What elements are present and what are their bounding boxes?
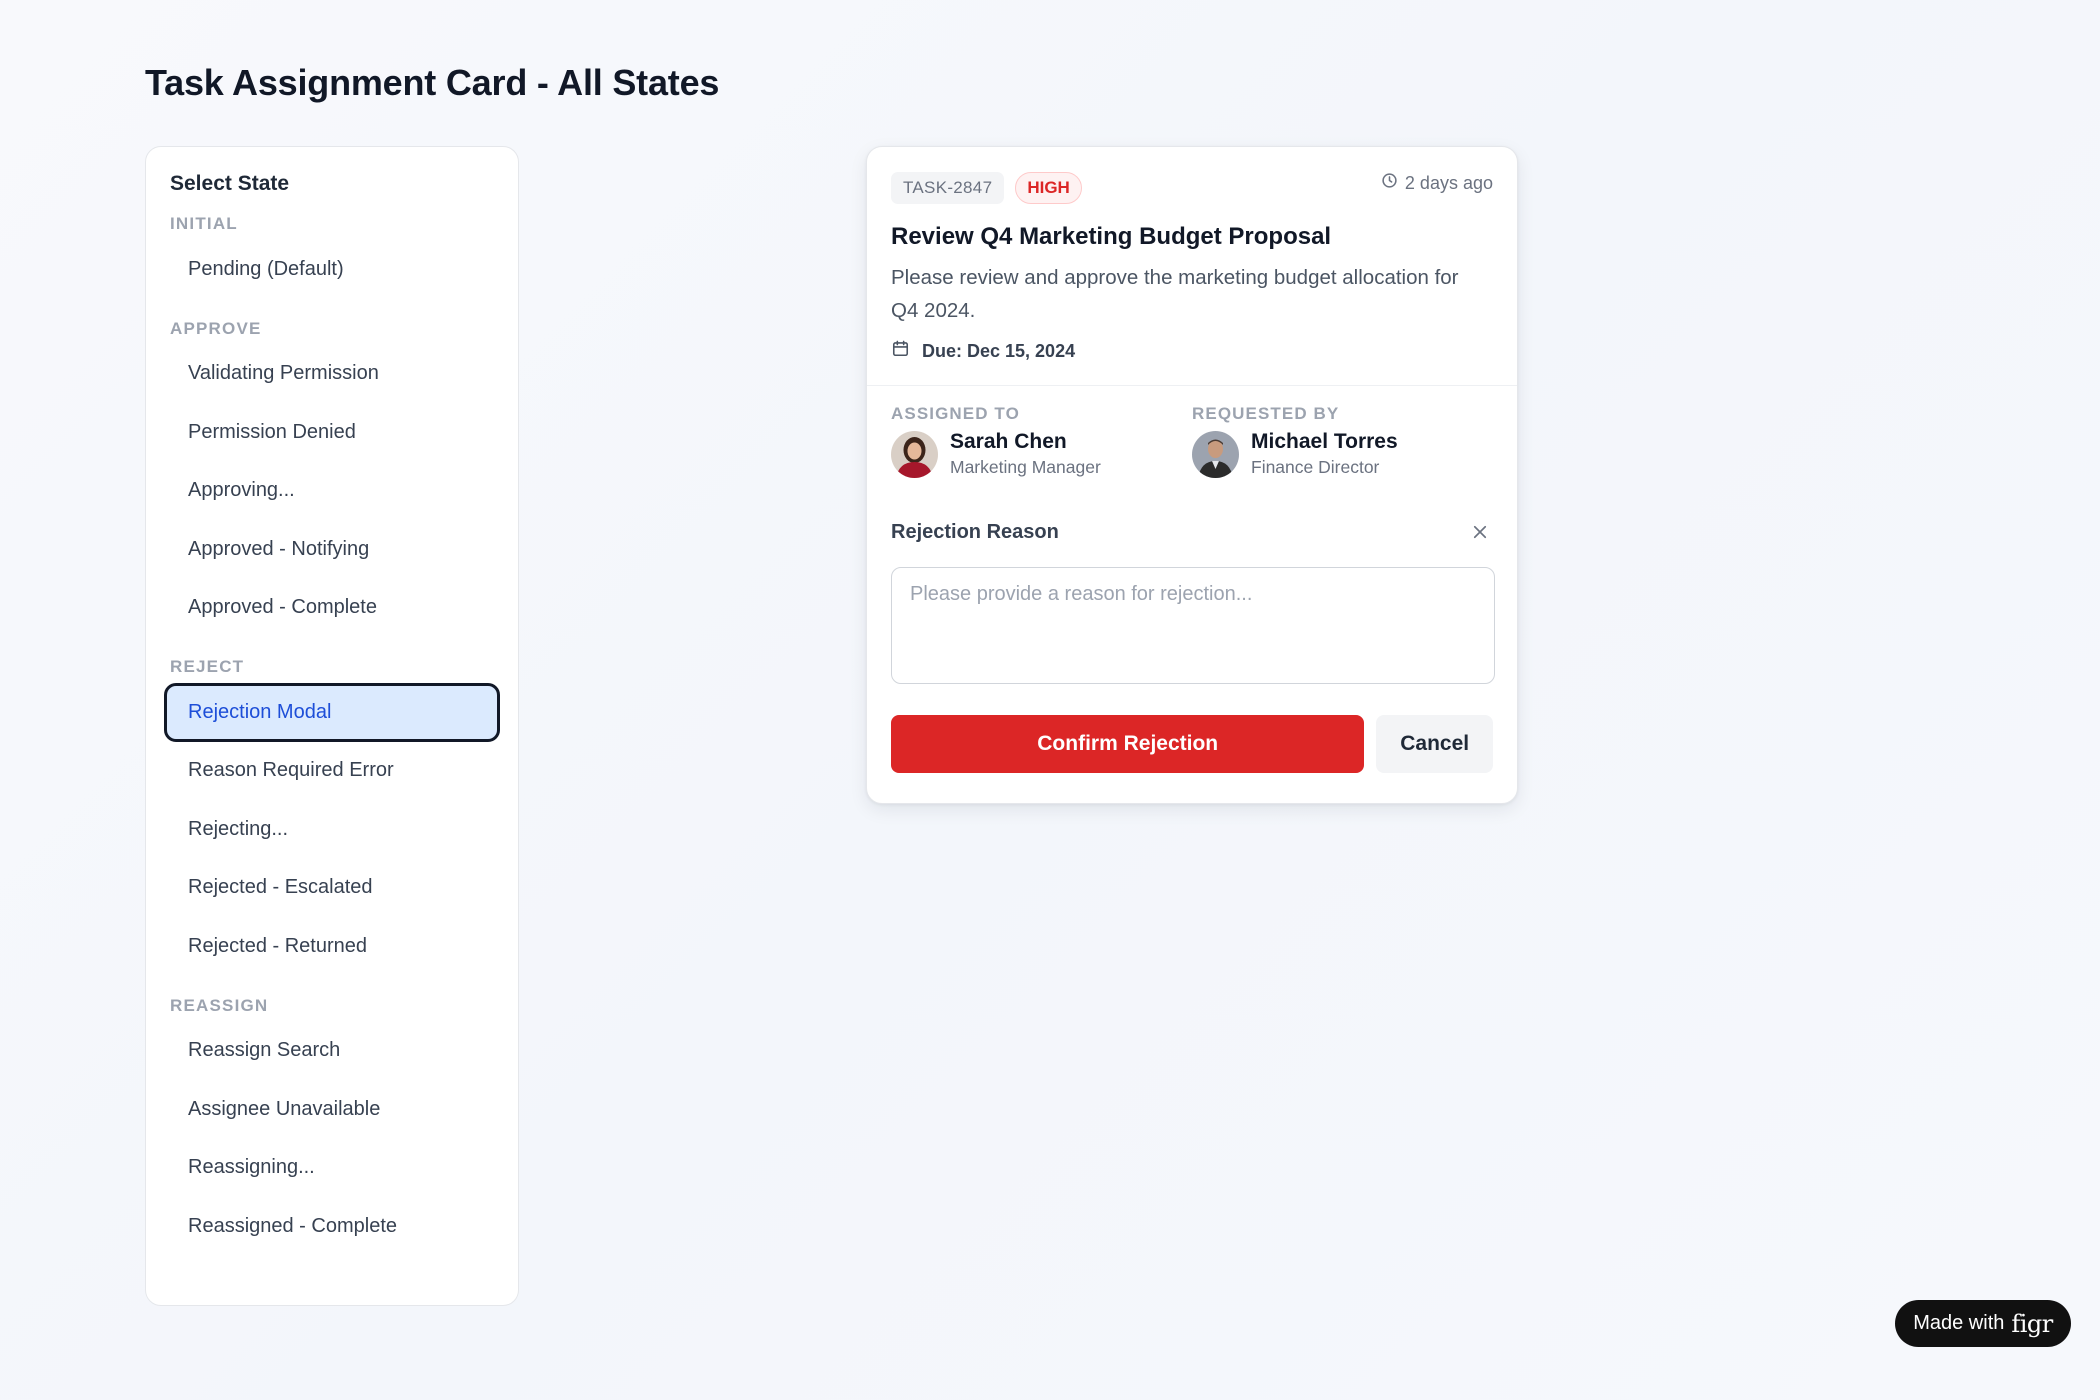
calendar-icon [891, 339, 910, 363]
state-item-rejected-returned[interactable]: Rejected - Returned [164, 917, 500, 976]
state-item-approved-notifying[interactable]: Approved - Notifying [164, 520, 500, 579]
rejection-reason-input[interactable] [891, 567, 1495, 684]
task-card: TASK-2847 HIGH 2 days ago Review Q4 Mark… [866, 146, 1518, 804]
state-item-reassigned-complete[interactable]: Reassigned - Complete [164, 1197, 500, 1256]
cancel-button[interactable]: Cancel [1376, 715, 1493, 773]
state-item-rejecting[interactable]: Rejecting... [164, 800, 500, 859]
clock-icon [1381, 172, 1398, 194]
requester-name: Michael Torres [1251, 430, 1398, 453]
time-ago: 2 days ago [1381, 172, 1493, 194]
task-card-header: TASK-2847 HIGH 2 days ago Review Q4 Mark… [867, 147, 1517, 386]
priority-badge: HIGH [1015, 172, 1082, 204]
assigned-to: ASSIGNED TO Sarah Chen Marketing Manager [891, 404, 1192, 516]
requested-by: REQUESTED BY Michael Torres Finance Dire… [1192, 404, 1493, 516]
state-selector-sidebar: Select State INITIAL Pending (Default) A… [145, 146, 519, 1306]
confirm-rejection-button[interactable]: Confirm Rejection [891, 715, 1365, 773]
state-item-approved-complete[interactable]: Approved - Complete [164, 579, 500, 638]
people-section: ASSIGNED TO Sarah Chen Marketing Manager [867, 386, 1517, 516]
figr-logo: figr [2011, 1309, 2053, 1338]
page-title: Task Assignment Card - All States [145, 62, 720, 103]
state-item-validating-permission[interactable]: Validating Permission [164, 345, 500, 404]
requester-role: Finance Director [1251, 457, 1380, 477]
group-label-reject: REJECT [170, 657, 245, 676]
group-label-initial: INITIAL [170, 214, 238, 233]
due-date-text: Due: Dec 15, 2024 [922, 340, 1076, 361]
state-item-assignee-unavailable[interactable]: Assignee Unavailable [164, 1080, 500, 1139]
state-item-rejected-escalated[interactable]: Rejected - Escalated [164, 859, 500, 918]
sidebar-title: Select State [170, 172, 290, 195]
state-item-approving[interactable]: Approving... [164, 462, 500, 521]
state-item-reassign-search[interactable]: Reassign Search [164, 1022, 500, 1081]
avatar-michael-torres [1192, 430, 1239, 478]
assignee-role: Marketing Manager [950, 457, 1101, 477]
rejection-modal: Rejection Reason Confirm Rejection Cance… [867, 516, 1517, 773]
state-item-permission-denied[interactable]: Permission Denied [164, 403, 500, 462]
due-date: Due: Dec 15, 2024 [891, 339, 1493, 363]
task-description: Please review and approve the marketing … [891, 266, 1459, 322]
task-title: Review Q4 Marketing Budget Proposal [891, 223, 1332, 250]
avatar-sarah-chen [891, 430, 938, 478]
close-icon[interactable] [1467, 519, 1493, 545]
state-item-pending-default[interactable]: Pending (Default) [164, 240, 500, 299]
group-label-approve: APPROVE [170, 318, 262, 338]
assignee-name: Sarah Chen [950, 430, 1067, 453]
task-id-badge: TASK-2847 [891, 172, 1005, 204]
page: Task Assignment Card - All States Select… [0, 0, 2100, 1400]
made-with-text: Made with [1913, 1312, 2005, 1334]
rejection-reason-label: Rejection Reason [891, 520, 1059, 543]
requested-by-label: REQUESTED BY [1192, 404, 1340, 423]
state-item-reassigning[interactable]: Reassigning... [164, 1139, 500, 1198]
assigned-to-label: ASSIGNED TO [891, 404, 1020, 423]
time-ago-text: 2 days ago [1404, 172, 1493, 193]
group-label-reassign: REASSIGN [170, 995, 269, 1015]
made-with-badge[interactable]: Made with figr [1895, 1300, 2071, 1347]
rejection-actions: Confirm Rejection Cancel [891, 715, 1493, 773]
state-item-reason-required-error[interactable]: Reason Required Error [164, 742, 500, 801]
state-item-rejection-modal[interactable]: Rejection Modal [164, 683, 500, 742]
